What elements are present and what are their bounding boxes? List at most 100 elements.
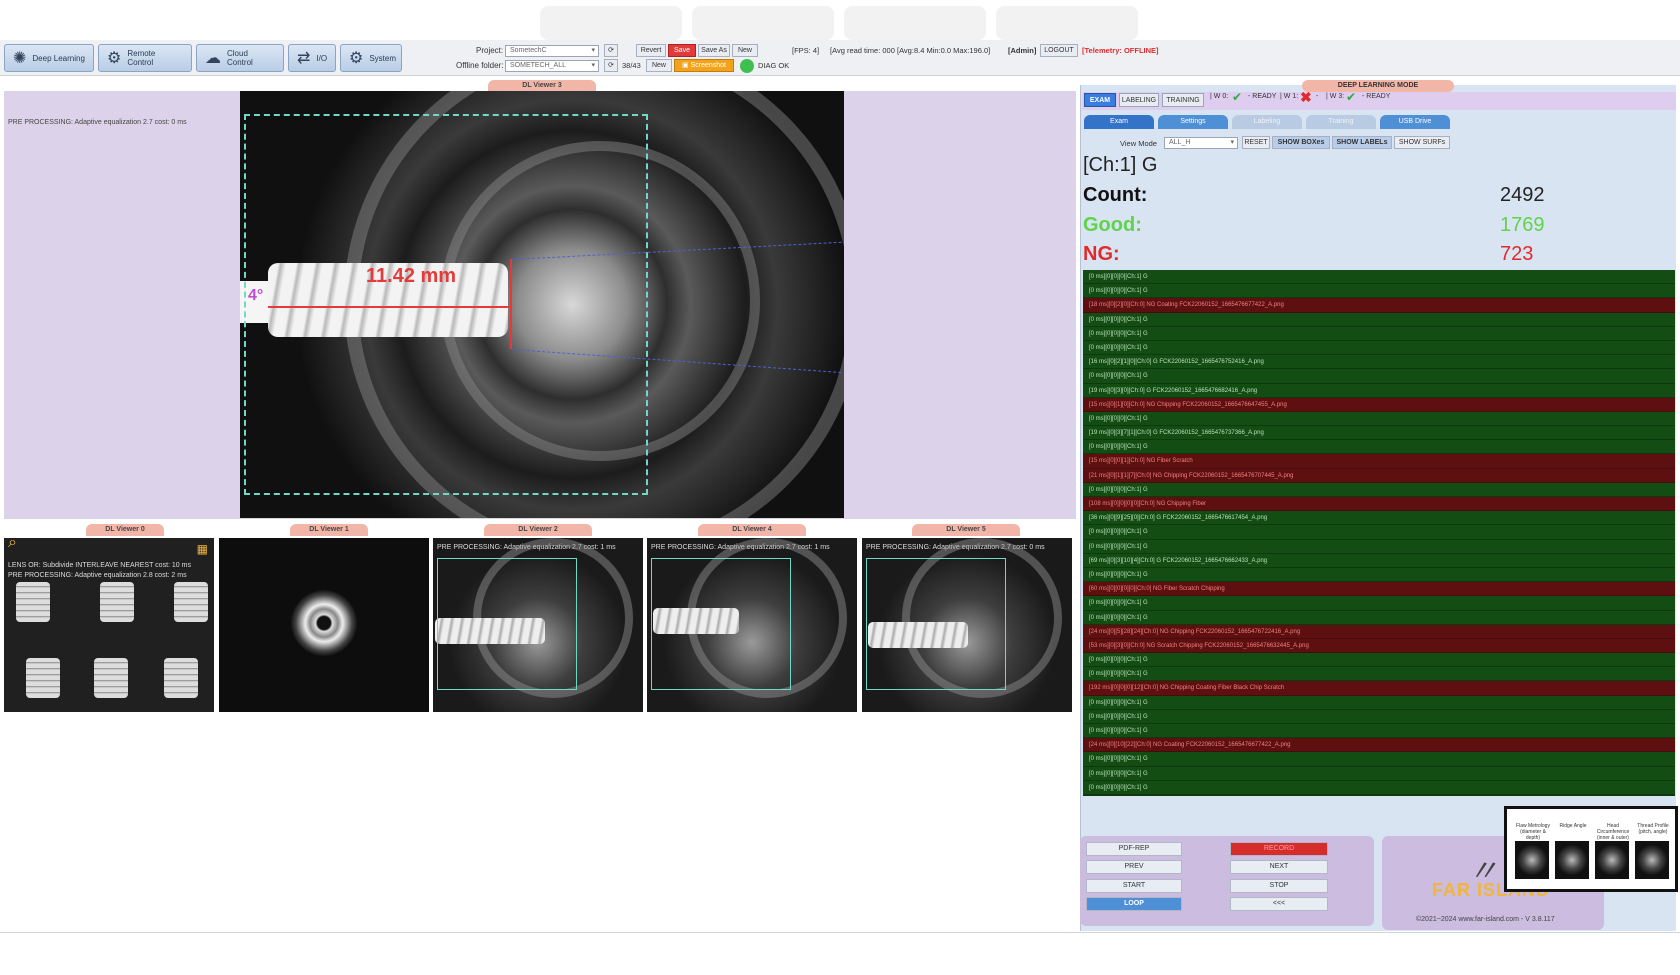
system-label: System <box>369 53 397 63</box>
system-button[interactable]: ⚙ System <box>340 44 402 72</box>
record-button[interactable]: RECORD <box>1230 842 1328 856</box>
dl-viewer-0-tab[interactable]: DL Viewer 0 <box>86 524 164 536</box>
cloud-icon: ☁ <box>205 50 221 67</box>
dl-viewer-2-tab[interactable]: DL Viewer 2 <box>484 524 592 536</box>
channel-result: [Ch:1] G <box>1083 154 1158 176</box>
log-row: [0 ms][0][0][0][Ch:1] G <box>1083 340 1675 356</box>
viewer3-preprocessing-text: PRE PROCESSING: Adaptive equalization 2.… <box>8 119 187 126</box>
dl-viewer-5-tab[interactable]: DL Viewer 5 <box>912 524 1020 536</box>
gear-cluster-icon: ✺ <box>13 50 27 67</box>
dl-viewer-4-image[interactable]: PRE PROCESSING: Adaptive equalization 2.… <box>647 538 857 712</box>
dl-viewer-1-tab[interactable]: DL Viewer 1 <box>290 524 368 536</box>
remote-control-button[interactable]: ⚙ Remote Control <box>98 44 192 72</box>
dl-viewer-5-image[interactable]: PRE PROCESSING: Adaptive equalization 2.… <box>862 538 1072 712</box>
worker-1-label: | W 1: <box>1280 93 1299 100</box>
inspection-log[interactable]: [0 ms][0][0][0][Ch:1] G [0 ms][0][0][0][C… <box>1083 270 1675 796</box>
diag-status-light-icon <box>740 59 754 73</box>
subtab-exam[interactable]: Exam <box>1084 115 1154 129</box>
angle-value: 4° <box>248 287 264 304</box>
save-as-button[interactable]: Save As <box>698 44 730 57</box>
worker-0-status: - READY <box>1248 93 1277 100</box>
back-button[interactable]: <<< <box>1230 897 1328 911</box>
cloud-control-button[interactable]: ☁ Cloud Control <box>196 44 284 72</box>
log-row: [0 ms][0][0][0][Ch:1] G <box>1083 284 1675 299</box>
log-row: [0 ms][0][0][0][Ch:1] G <box>1083 369 1675 384</box>
tab-training[interactable]: TRAINING <box>1162 93 1204 107</box>
worker-1-status: - <box>1316 93 1319 100</box>
thumb-label: Head Circumference (inner & outer) <box>1596 823 1630 841</box>
log-row: [108 ms][0][0][0][0][Ch:0] NG Chipping F… <box>1083 497 1675 512</box>
pdf-report-button[interactable]: PDF-REP <box>1086 842 1182 856</box>
viewer0-preprocessing-text: PRE PROCESSING: Adaptive equalization 2.… <box>8 572 187 579</box>
ghost-tab <box>844 6 986 40</box>
next-button[interactable]: NEXT <box>1230 860 1328 874</box>
detection-bounding-box <box>866 558 1006 690</box>
subtab-labeling[interactable]: Labeling <box>1232 115 1302 129</box>
loop-button[interactable]: LOOP <box>1086 897 1182 911</box>
save-button[interactable]: Save <box>668 44 696 57</box>
offline-folder-select[interactable]: SOMETECH_ALL ▾ <box>505 60 599 72</box>
log-row: [0 ms][0][0][0][Ch:1] G <box>1083 440 1675 455</box>
subtab-settings[interactable]: Settings <box>1158 115 1228 129</box>
tab-labeling[interactable]: LABELING <box>1119 93 1159 107</box>
show-surfs-button[interactable]: SHOW SURFs <box>1394 136 1450 149</box>
deep-learning-button[interactable]: ✺ Deep Learning <box>4 44 94 72</box>
screenshot-label: Screenshot <box>690 62 726 69</box>
ghost-tab <box>540 6 682 40</box>
log-row: [0 ms][0][0][0][Ch:1] G <box>1083 539 1675 554</box>
chevron-down-icon: ▾ <box>591 47 595 54</box>
fps-readout: [FPS: 4] <box>792 46 820 55</box>
dl-viewer-4-tab[interactable]: DL Viewer 4 <box>698 524 806 536</box>
log-row: [0 ms][0][0][0][Ch:1] G <box>1083 270 1675 285</box>
log-row: [0 ms][0][0][0][Ch:1] G <box>1083 653 1675 668</box>
browser-ghost-tabs <box>540 6 1138 40</box>
count-label: Count: <box>1083 184 1148 206</box>
refresh-folder-button[interactable]: ⟳ <box>604 59 618 72</box>
cloud-control-label: Cloud Control <box>227 49 253 67</box>
log-row: [0 ms][0][0][0][Ch:1] G <box>1083 482 1675 497</box>
log-row: [0 ms][0][0][0][Ch:1] G <box>1083 766 1675 781</box>
playback-controls: PDF-REP RECORD PREV NEXT START STOP LOOP… <box>1080 836 1374 926</box>
new-project-button[interactable]: New <box>732 44 758 57</box>
refresh-project-button[interactable]: ⟳ <box>604 44 618 57</box>
subtab-training[interactable]: Training <box>1306 115 1376 129</box>
new-folder-button[interactable]: New <box>646 59 672 72</box>
project-select[interactable]: SometechC ▾ <box>505 45 599 57</box>
revert-button[interactable]: Revert <box>636 44 666 57</box>
thumb-label: Flaw Metrology (diameter & depth) <box>1516 823 1550 841</box>
io-label: I/O <box>316 53 328 63</box>
prev-button[interactable]: PREV <box>1086 860 1182 874</box>
screenshot-button[interactable]: ▣ Screenshot <box>674 59 734 72</box>
dl-viewer-2-image[interactable]: PRE PROCESSING: Adaptive equalization 2.… <box>433 538 643 712</box>
stop-button[interactable]: STOP <box>1230 879 1328 893</box>
log-row: [0 ms][0][0][0][Ch:1] G <box>1083 667 1675 682</box>
view-mode-select[interactable]: ALL_H ▾ <box>1164 137 1238 149</box>
log-row: [192 ms][0][0][0][12][Ch:0] NG Chipping … <box>1083 681 1675 696</box>
dl-viewer-3-image[interactable]: 11.42 mm 4° <box>240 91 844 518</box>
feature-preview-popup[interactable]: Flaw Metrology (diameter & depth) Ridge … <box>1504 806 1678 892</box>
show-boxes-button[interactable]: SHOW BOXes <box>1272 136 1330 149</box>
part-thumbnail <box>94 658 128 698</box>
tab-exam[interactable]: EXAM <box>1084 93 1116 107</box>
log-row: [0 ms][0][0][0][Ch:1] G <box>1083 709 1675 724</box>
dl-viewer-0-image[interactable]: ⌕ ▦ LENS OR: Subdivide INTERLEAVE NEARES… <box>4 538 214 712</box>
refresh-icon: ⟳ <box>608 47 614 54</box>
ng-value: 723 <box>1500 243 1534 265</box>
copyright-text: ©2021~2024 www.far-island.com - V 3.8.11… <box>1416 916 1555 923</box>
measurement-value: 11.42 mm <box>366 265 457 287</box>
logout-button[interactable]: LOGOUT <box>1040 44 1078 57</box>
count-value: 2492 <box>1500 184 1545 206</box>
check-icon: ✔ <box>1232 90 1243 104</box>
log-row: [0 ms][0][0][0][Ch:1] G <box>1083 411 1675 427</box>
dl-viewer-1-image[interactable] <box>219 538 429 712</box>
start-button[interactable]: START <box>1086 879 1182 893</box>
io-button[interactable]: ⇄ I/O <box>288 44 336 72</box>
part-thumbnail <box>174 582 208 622</box>
part-thumbnail <box>100 582 134 622</box>
deep-learning-mode-title: DEEP LEARNING MODE <box>1302 80 1454 92</box>
show-labels-button[interactable]: SHOW LABELs <box>1332 136 1392 149</box>
ng-label: NG: <box>1083 243 1120 265</box>
remote-control-label: Remote Control <box>127 49 156 67</box>
subtab-usb-drive[interactable]: USB Drive <box>1380 115 1450 129</box>
reset-button[interactable]: RESET <box>1242 136 1270 149</box>
